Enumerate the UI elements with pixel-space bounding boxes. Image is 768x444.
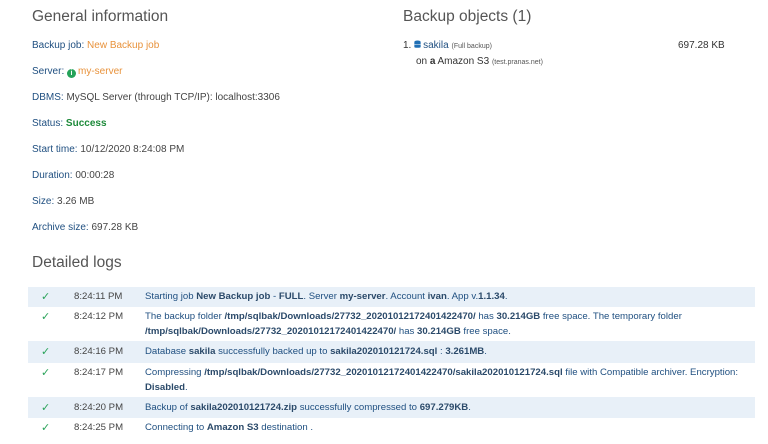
backup-object-item: 1. sakila (Full backup) — [403, 40, 492, 51]
dbms-value: MySQL Server (through TCP/IP): localhost… — [66, 92, 280, 103]
size-value: 3.26 MB — [57, 196, 95, 207]
log-time: 8:24:11 PM — [74, 291, 123, 302]
server-status-icon: i — [67, 69, 77, 78]
info-duration: Duration: 00:00:28 — [32, 170, 114, 181]
object-on-label: on — [416, 56, 428, 67]
info-start-time: Start time: 10/12/2020 8:24:08 PM — [32, 144, 184, 155]
status-label: Status: — [32, 118, 64, 129]
log-time: 8:24:25 PM — [74, 422, 124, 433]
log-time: 8:24:16 PM — [74, 346, 124, 357]
log-message: The backup folder /tmp/sqlbak/Downloads/… — [145, 311, 682, 337]
log-highlight: ivan — [427, 291, 447, 302]
log-highlight: 1.1.34 — [478, 291, 505, 302]
log-highlight: 30.214GB — [417, 326, 461, 337]
log-message: Compressing /tmp/sqlbak/Downloads/27732_… — [145, 367, 739, 393]
archive-size-value: 697.28 KB — [91, 222, 139, 233]
log-message: Database sakila successfully backed up t… — [145, 346, 487, 357]
info-dbms: DBMS: MySQL Server (through TCP/IP): loc… — [32, 92, 280, 103]
log-time: 8:24:17 PM — [74, 367, 124, 378]
archive-size-label: Archive size: — [32, 222, 89, 233]
check-icon: ✓ — [41, 402, 51, 414]
log-message: Backup of sakila202010121724.zip success… — [145, 402, 471, 413]
object-destination-note: (test.pranas.net) — [491, 59, 543, 66]
database-icon — [414, 40, 422, 48]
check-icon: ✓ — [41, 367, 51, 379]
detailed-logs-title: Detailed logs — [32, 254, 122, 271]
amazon-icon: a — [429, 56, 436, 67]
info-backup-job: Backup job: New Backup job — [32, 40, 159, 51]
server-label: Server: — [32, 66, 65, 77]
log-list: ✓ 8:24:11 PM Starting job New Backup job… — [28, 287, 755, 438]
log-highlight: FULL — [278, 291, 304, 302]
duration-label: Duration: — [32, 170, 73, 181]
backup-job-label: Backup job: — [32, 40, 85, 51]
info-size: Size: 3.26 MB — [32, 196, 94, 207]
object-db-note: (Full backup) — [451, 43, 492, 50]
log-row: ✓ 8:24:17 PM Compressing /tmp/sqlbak/Dow… — [28, 363, 755, 397]
log-highlight: my-server — [339, 291, 386, 302]
object-destination-name: Amazon S3 — [437, 56, 490, 67]
log-time: 8:24:12 PM — [74, 311, 124, 322]
backup-objects-title: Backup objects (1) — [403, 8, 532, 25]
start-time-label: Start time: — [32, 144, 78, 155]
info-archive-size: Archive size: 697.28 KB — [32, 222, 138, 233]
log-highlight: Amazon S3 — [206, 422, 259, 433]
log-row: ✓ 8:24:11 PM Starting job New Backup job… — [28, 287, 755, 307]
object-db-name[interactable]: sakila — [423, 40, 449, 51]
backup-job-link[interactable]: New Backup job — [87, 40, 159, 51]
start-time-value: 10/12/2020 8:24:08 PM — [80, 144, 185, 155]
log-highlight: 3.261MB — [445, 346, 485, 357]
log-highlight: /tmp/sqlbak/Downloads/27732_202010121724… — [224, 311, 476, 322]
check-icon: ✓ — [41, 291, 51, 303]
log-highlight: sakila — [188, 346, 216, 357]
check-icon: ✓ — [41, 346, 51, 358]
log-highlight: 697.279KB — [419, 402, 469, 413]
log-highlight: sakila202010121724.zip — [190, 402, 298, 413]
log-row: ✓ 8:24:16 PM Database sakila successfull… — [28, 341, 755, 363]
log-highlight: sakila202010121724.sql — [330, 346, 438, 357]
status-value: Success — [65, 118, 107, 129]
log-time: 8:24:20 PM — [74, 402, 124, 413]
log-row: ✓ 8:24:20 PM Backup of sakila20201012172… — [28, 397, 755, 418]
dbms-label: DBMS: — [32, 92, 64, 103]
duration-value: 00:00:28 — [75, 170, 115, 181]
log-message: Connecting to Amazon S3 destination . — [145, 422, 313, 433]
check-icon: ✓ — [41, 311, 51, 323]
object-destination: on a Amazon S3 (test.pranas.net) — [416, 56, 543, 67]
info-status: Status: Success — [32, 118, 107, 129]
general-info-title: General information — [32, 8, 169, 25]
server-link[interactable]: my-server — [78, 66, 122, 77]
check-icon: ✓ — [41, 422, 51, 434]
log-highlight: /tmp/sqlbak/Downloads/27732_202010121724… — [145, 326, 397, 337]
object-size: 697.28 KB — [678, 40, 725, 51]
log-row: ✓ 8:24:25 PM Connecting to Amazon S3 des… — [28, 418, 755, 438]
log-highlight: 30.214GB — [496, 311, 541, 322]
log-highlight: New Backup job — [196, 291, 271, 302]
log-highlight: Disabled — [145, 382, 185, 393]
object-index: 1. — [403, 40, 412, 51]
info-server: Server: i my-server — [32, 66, 122, 78]
size-label: Size: — [32, 196, 55, 207]
log-highlight: /tmp/sqlbak/Downloads/27732_202010121724… — [204, 367, 563, 378]
log-message: Starting job New Backup job - FULL. Serv… — [145, 291, 508, 302]
log-row: ✓ 8:24:12 PM The backup folder /tmp/sqlb… — [28, 307, 755, 341]
